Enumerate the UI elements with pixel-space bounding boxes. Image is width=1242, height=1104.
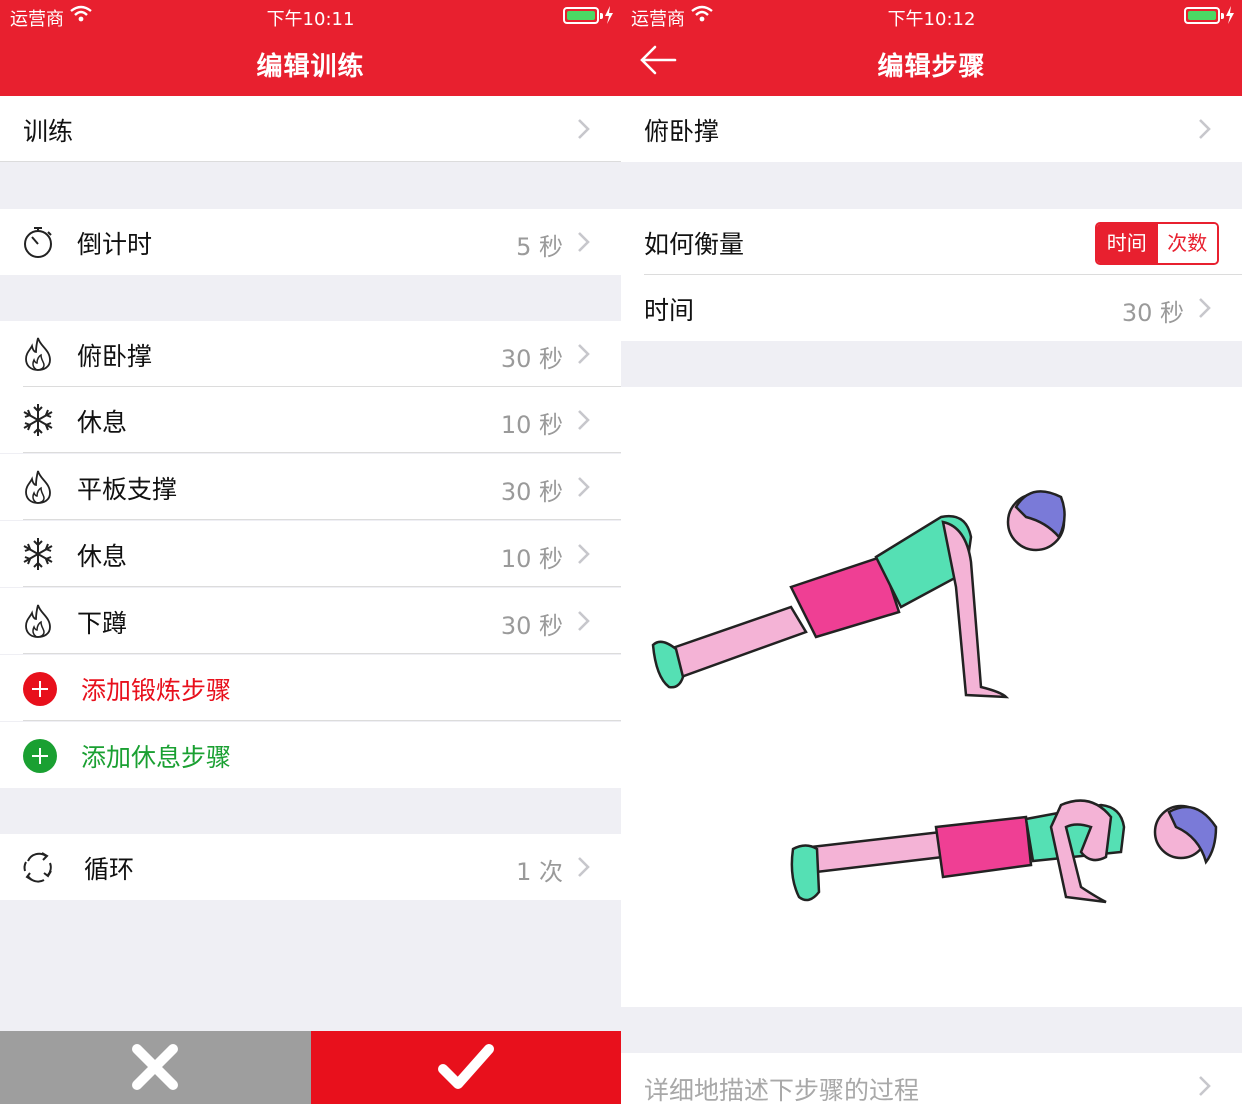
stopwatch-icon <box>24 227 52 258</box>
segment-time[interactable]: 时间 <box>1097 224 1157 263</box>
step-label: 平板支撑 <box>77 475 178 504</box>
charging-bolt-icon <box>605 6 613 24</box>
exercise-illustration <box>621 387 1242 1007</box>
countdown-value: 5 秒 <box>516 233 563 261</box>
flame-icon <box>25 470 51 504</box>
chevron-right-icon <box>578 344 590 364</box>
loop-label: 循环 <box>84 855 135 884</box>
workout-name-row[interactable]: 训练 <box>0 96 621 162</box>
edit-step-screen: 运营商 下午10:12 编辑步骤 俯卧撑 如何衡量 时间 次数 时间 30 秒 <box>621 0 1242 1104</box>
step-row-plank[interactable]: 平板支撑 30 秒 <box>0 454 621 520</box>
snowflake-icon <box>23 404 53 436</box>
step-duration: 10 秒 <box>500 545 563 573</box>
add-rest-label: 添加休息步骤 <box>81 743 232 772</box>
page-title: 编辑步骤 <box>877 52 986 82</box>
status-time: 下午10:12 <box>887 9 976 30</box>
step-label: 下蹲 <box>77 609 128 638</box>
countdown-row[interactable]: 倒计时 5 秒 <box>0 209 621 275</box>
step-duration: 30 秒 <box>500 478 563 506</box>
measure-segmented-control: 时间 次数 <box>1095 222 1219 265</box>
divider <box>23 586 621 587</box>
time-label: 时间 <box>644 296 695 325</box>
add-rest-step-button[interactable]: 添加休息步骤 <box>0 722 621 788</box>
measure-row: 如何衡量 时间 次数 <box>621 209 1242 275</box>
navigation-bar: 运营商 下午10:12 编辑步骤 <box>621 0 1242 96</box>
divider <box>23 653 621 654</box>
chevron-right-icon <box>578 232 590 252</box>
step-row-pushup[interactable]: 俯卧撑 30 秒 <box>0 321 621 387</box>
step-duration: 30 秒 <box>500 345 563 373</box>
add-icon <box>23 672 57 706</box>
segment-reps[interactable]: 次数 <box>1156 224 1217 263</box>
navigation-bar: 运营商 下午10:11 编辑训练 <box>0 0 621 96</box>
step-label: 俯卧撑 <box>77 342 153 371</box>
chevron-right-icon <box>578 477 590 497</box>
chevron-right-icon <box>1199 1076 1211 1096</box>
loop-row[interactable]: 循环 1 次 <box>0 834 621 900</box>
chevron-right-icon <box>578 410 590 430</box>
step-duration: 30 秒 <box>500 612 563 640</box>
divider <box>23 720 621 721</box>
page-title: 编辑训练 <box>256 52 365 82</box>
step-label: 休息 <box>77 542 128 571</box>
chevron-right-icon <box>578 544 590 564</box>
repeat-icon <box>23 852 52 883</box>
divider <box>0 161 621 162</box>
workout-label: 训练 <box>23 117 74 146</box>
status-time: 下午10:11 <box>266 9 355 30</box>
description-placeholder: 详细地描述下步骤的过程 <box>644 1076 920 1104</box>
chevron-right-icon <box>578 857 590 877</box>
pushup-down-figure <box>790 799 1218 904</box>
flame-icon <box>25 604 51 638</box>
chevron-right-icon <box>1199 298 1211 318</box>
status-bar: 运营商 下午10:11 <box>0 0 621 32</box>
add-exercise-label: 添加锻炼步骤 <box>81 676 232 705</box>
loop-value: 1 次 <box>516 858 563 886</box>
exercise-name: 俯卧撑 <box>644 117 720 146</box>
chevron-right-icon <box>578 119 590 139</box>
exercise-name-row[interactable]: 俯卧撑 <box>621 96 1242 162</box>
pushup-illustration <box>651 490 1218 904</box>
add-icon <box>23 739 57 773</box>
measure-label: 如何衡量 <box>644 230 745 259</box>
edit-workout-screen: 运营商 下午10:11 编辑训练 训练 倒计时 5 秒 俯卧撑 30 秒 休息 … <box>0 0 621 1104</box>
divider <box>23 452 621 453</box>
step-row-rest-2[interactable]: 休息 10 秒 <box>0 521 621 587</box>
battery-icon <box>563 7 603 24</box>
step-duration: 10 秒 <box>500 411 563 439</box>
checkmark-icon <box>438 1044 494 1089</box>
close-icon <box>132 1044 178 1090</box>
time-value: 30 秒 <box>1121 299 1184 327</box>
divider <box>23 519 621 520</box>
status-bar: 运营商 下午10:12 <box>621 0 1242 32</box>
confirm-button[interactable] <box>311 1031 621 1104</box>
pushup-up-figure <box>651 490 1066 699</box>
snowflake-icon <box>23 538 53 570</box>
flame-icon <box>25 337 51 371</box>
chevron-right-icon <box>578 611 590 631</box>
chevron-right-icon <box>1199 119 1211 139</box>
step-row-rest-1[interactable]: 休息 10 秒 <box>0 387 621 453</box>
countdown-label: 倒计时 <box>77 230 153 259</box>
charging-bolt-icon <box>1226 6 1234 24</box>
step-label: 休息 <box>77 408 128 437</box>
cancel-button[interactable] <box>0 1031 311 1104</box>
battery-icon <box>1184 7 1224 24</box>
step-row-squat[interactable]: 下蹲 30 秒 <box>0 588 621 654</box>
time-row[interactable]: 时间 30 秒 <box>621 275 1242 341</box>
add-exercise-step-button[interactable]: 添加锻炼步骤 <box>0 655 621 721</box>
step-description-field[interactable]: 详细地描述下步骤的过程 <box>621 1053 1242 1104</box>
